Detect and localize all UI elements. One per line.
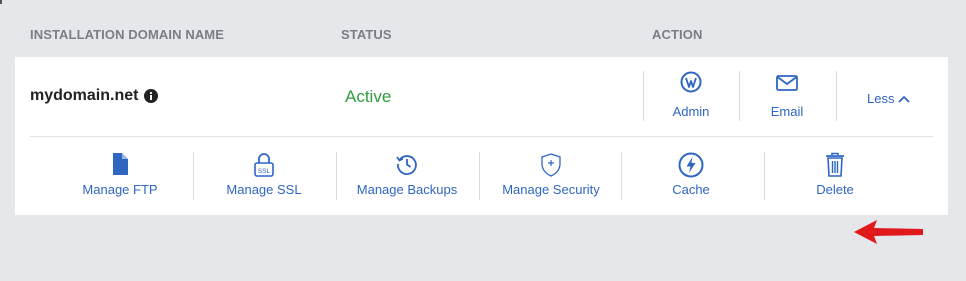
file-icon: [70, 152, 170, 176]
status-badge: Active: [345, 87, 392, 106]
email-button[interactable]: Email: [757, 75, 817, 119]
less-toggle[interactable]: Less: [867, 91, 911, 106]
manage-backups-button[interactable]: Manage Backups: [348, 152, 466, 197]
divider: [739, 71, 740, 121]
svg-text:SSL: SSL: [258, 168, 271, 175]
manage-ssl-label: Manage SSL: [226, 182, 302, 197]
trash-icon: [800, 152, 870, 178]
manage-backups-label: Manage Backups: [356, 182, 458, 197]
history-clock-icon: [348, 152, 466, 176]
admin-button[interactable]: Admin: [661, 71, 721, 119]
envelope-icon: [757, 75, 817, 91]
cache-label: Cache: [672, 182, 710, 197]
padlock-ssl-icon: SSL: [214, 152, 314, 178]
top-edge-mark: [0, 0, 2, 4]
header-status: STATUS: [341, 27, 392, 42]
row-divider: [30, 136, 933, 137]
manage-ssl-button[interactable]: SSL Manage SSL: [214, 152, 314, 197]
header-domain: INSTALLATION DOMAIN NAME: [30, 27, 225, 42]
manage-ftp-button[interactable]: Manage FTP: [70, 152, 170, 197]
header-action: ACTION: [652, 27, 703, 42]
divider: [193, 152, 194, 200]
divider: [764, 152, 765, 200]
divider: [336, 152, 337, 200]
cache-button[interactable]: Cache: [651, 152, 731, 197]
manage-security-button[interactable]: Manage Security: [492, 152, 610, 197]
manage-ftp-label: Manage FTP: [82, 182, 158, 197]
divider: [479, 152, 480, 200]
manage-security-label: Manage Security: [502, 182, 600, 197]
email-label: Email: [770, 104, 804, 119]
bolt-circle-icon: [651, 152, 731, 178]
delete-button[interactable]: Delete: [800, 152, 870, 197]
divider: [836, 71, 837, 121]
wordpress-icon: [661, 71, 721, 93]
chevron-up-icon: [898, 91, 911, 106]
red-arrow-icon: [854, 220, 923, 244]
domain-name: mydomain.net: [30, 87, 139, 104]
less-label: Less: [867, 91, 895, 106]
divider: [643, 71, 644, 121]
delete-label: Delete: [816, 182, 854, 197]
info-icon[interactable]: [144, 89, 159, 103]
admin-label: Admin: [672, 104, 710, 119]
shield-plus-icon: [492, 152, 610, 178]
domain-cell: mydomain.net: [30, 87, 159, 105]
divider: [621, 152, 622, 200]
table-header: INSTALLATION DOMAIN NAME STATUS ACTION: [30, 27, 966, 43]
installation-card: mydomain.net Active Admin Email Less Man…: [15, 57, 948, 244]
